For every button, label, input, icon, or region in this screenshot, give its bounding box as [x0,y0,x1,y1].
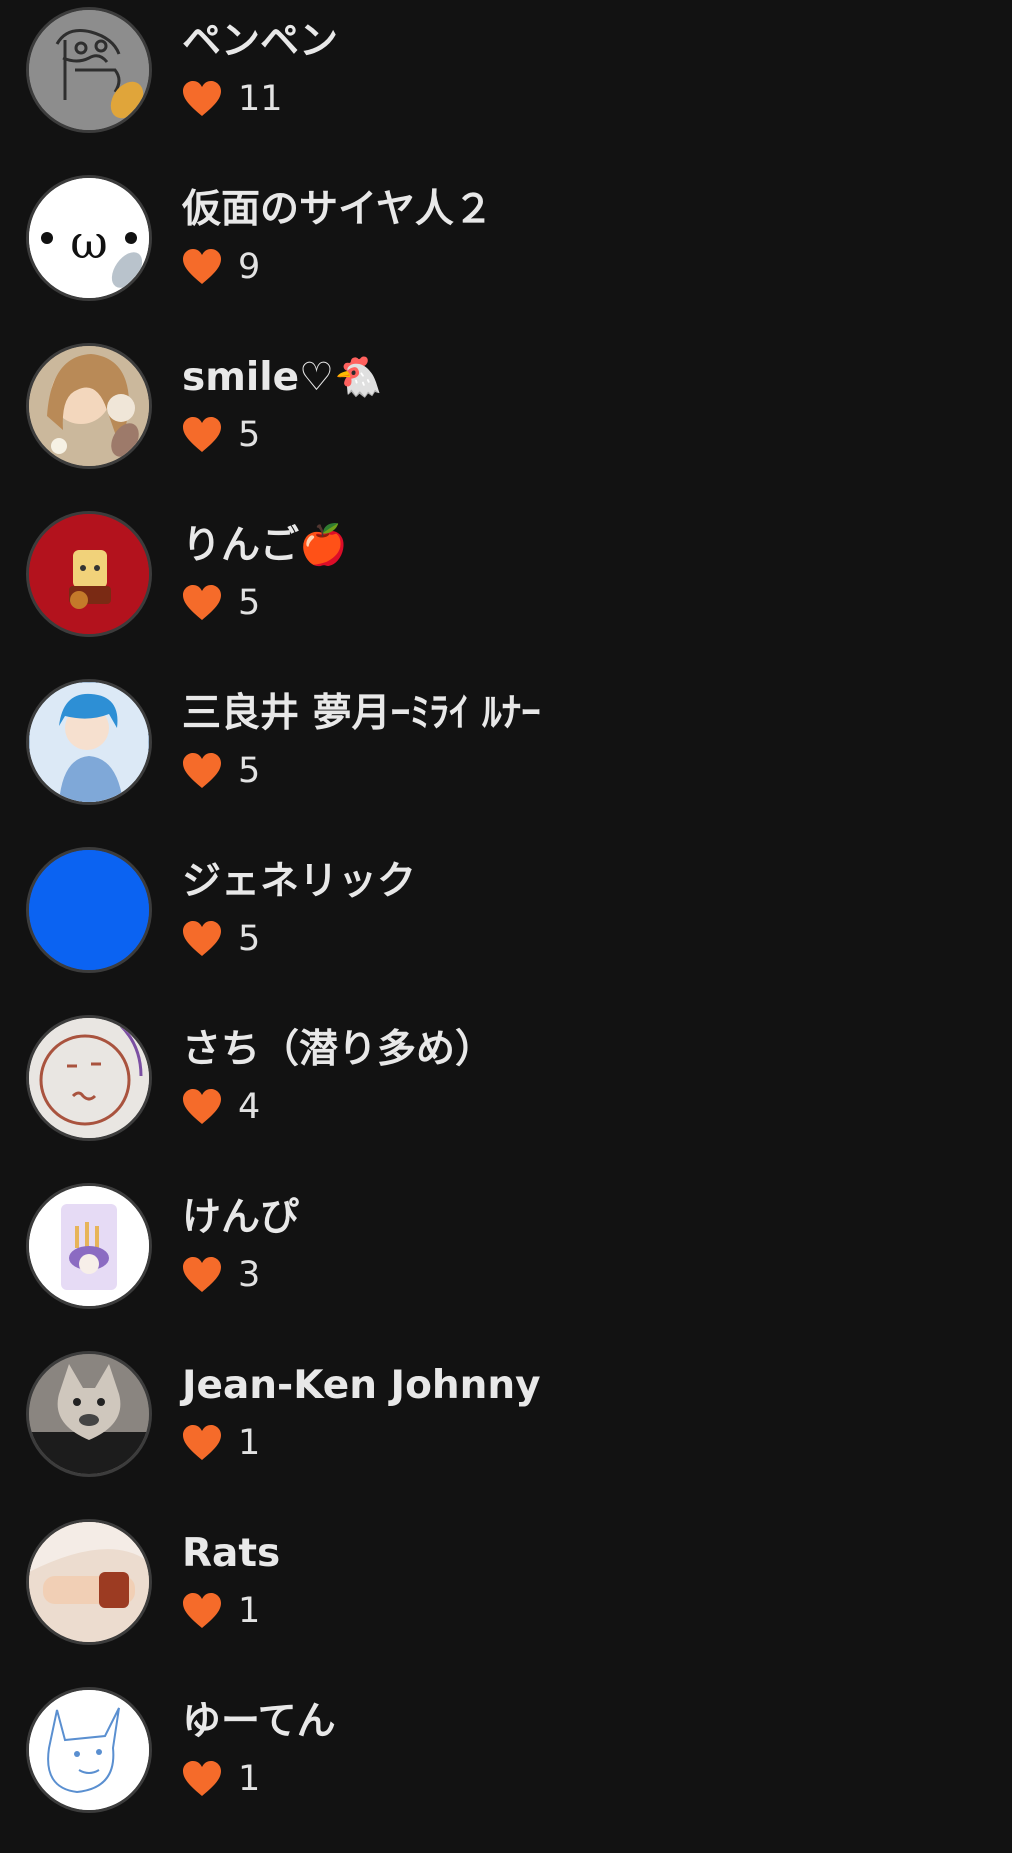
user-row[interactable]: Rats 1 [0,1517,1012,1685]
anime-hand-avatar[interactable] [26,1519,152,1645]
like-count: 4 [238,1087,261,1127]
heart-icon [183,1257,221,1292]
user-row[interactable]: さち（潜り多め） 4 [0,1013,1012,1181]
kaomoji-face-avatar[interactable]: ω [26,175,152,301]
blue-hair-boy-avatar[interactable] [26,679,152,805]
like-count: 11 [238,79,283,119]
user-name[interactable]: けんぴ [182,1195,299,1241]
heart-icon [183,249,221,284]
heart-icon [183,921,221,956]
like-count-group: 1 [182,1589,260,1633]
like-count-group: 4 [182,1085,260,1129]
user-name[interactable]: ジェネリック [182,859,416,905]
sketch-cat-avatar[interactable] [26,1687,152,1813]
user-name[interactable]: ゆーてん [182,1699,336,1745]
like-count-group: 1 [182,1757,260,1801]
snack-bag-avatar[interactable] [26,1183,152,1309]
user-name[interactable]: 仮面のサイヤ人２ [182,187,493,233]
user-row[interactable]: ゆーてん 1 [0,1685,1012,1853]
like-count-group: 5 [182,581,260,625]
user-row[interactable]: 三良井 夢月ｰﾐﾗｲ ﾙﾅｰ 5 [0,677,1012,845]
like-count-group: 5 [182,413,260,457]
like-count: 5 [238,583,261,623]
red-character-avatar[interactable] [26,511,152,637]
heart-icon [183,585,221,620]
like-count: 1 [238,1591,261,1631]
user-name[interactable]: さち（潜り多め） [182,1027,494,1073]
user-row[interactable]: smile♡🐔 5 [0,341,1012,509]
like-count-group: 1 [182,1421,260,1465]
user-name[interactable]: smile♡🐔 [182,355,383,401]
doodle-face-avatar[interactable] [26,7,152,133]
like-count-group: 5 [182,749,260,793]
heart-icon [183,1761,221,1796]
wolf-mask-avatar[interactable] [26,1351,152,1477]
heart-icon [183,417,221,452]
like-count: 1 [238,1423,261,1463]
heart-icon [183,81,221,116]
user-name[interactable]: 三良井 夢月ｰﾐﾗｲ ﾙﾅｰ [182,691,541,737]
like-count-group: 11 [182,77,283,121]
user-row[interactable]: りんご🍎 5 [0,509,1012,677]
drawn-face-avatar[interactable] [26,1015,152,1141]
like-count-group: 3 [182,1253,260,1297]
user-name[interactable]: りんご🍎 [182,523,348,569]
heart-icon [183,753,221,788]
user-row[interactable]: Jean-Ken Johnny 1 [0,1349,1012,1517]
user-name[interactable]: Jean-Ken Johnny [182,1363,541,1409]
like-count: 5 [238,919,261,959]
user-row[interactable]: ペンペン 11 [0,5,1012,173]
like-count: 5 [238,415,261,455]
solid-blue-avatar[interactable] [26,847,152,973]
like-count: 1 [238,1759,261,1799]
user-row[interactable]: けんぴ 3 [0,1181,1012,1349]
like-count-group: 9 [182,245,260,289]
like-count-group: 5 [182,917,260,961]
user-name[interactable]: Rats [182,1531,280,1577]
heart-icon [183,1425,221,1460]
like-count: 5 [238,751,261,791]
svg-text:ω: ω [70,215,108,269]
user-row[interactable]: ジェネリック 5 [0,845,1012,1013]
user-row[interactable]: ω 仮面のサイヤ人２ 9 [0,173,1012,341]
like-count: 3 [238,1255,261,1295]
anime-girl-avatar[interactable] [26,343,152,469]
like-count: 9 [238,247,261,287]
heart-icon [183,1089,221,1124]
user-name[interactable]: ペンペン [182,19,338,65]
heart-icon [183,1593,221,1628]
